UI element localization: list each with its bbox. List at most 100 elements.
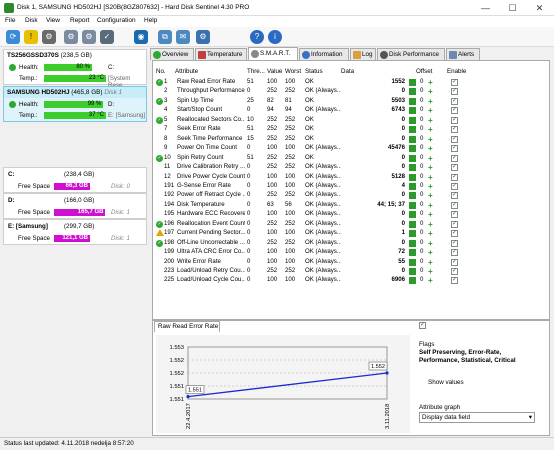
col-worst[interactable]: Worst	[285, 68, 301, 75]
col-enable[interactable]: Enable	[447, 68, 466, 75]
enable-checkbox[interactable]: ✓	[451, 230, 458, 238]
tab-raw-read-error-rate[interactable]: Raw Read Error Rate	[154, 321, 220, 332]
col-offset[interactable]: Offset	[416, 68, 432, 75]
offset-increase-button[interactable]: +	[428, 258, 435, 266]
offset-decrease-button[interactable]	[409, 268, 416, 275]
offset-decrease-button[interactable]	[409, 154, 416, 162]
offset-increase-button[interactable]: +	[428, 239, 435, 247]
offset-increase-button[interactable]: +	[428, 97, 435, 105]
offset-increase-button[interactable]: +	[428, 211, 435, 219]
offset-decrease-button[interactable]	[409, 249, 416, 257]
offset-increase-button[interactable]: +	[428, 192, 435, 200]
offset-increase-button[interactable]: +	[428, 135, 435, 143]
enable-checkbox[interactable]: ✓	[451, 277, 458, 285]
volume-e[interactable]: E: [Samsung] (299,7 GB) Free Space 121,1…	[3, 219, 147, 245]
tab-disk-performance[interactable]: Disk Performance	[377, 48, 445, 60]
offset-decrease-button[interactable]	[409, 211, 416, 219]
offset-decrease-button[interactable]	[409, 79, 416, 86]
offset-decrease-button[interactable]	[409, 97, 416, 105]
tab-overview[interactable]: Overview	[150, 48, 194, 60]
mail-icon[interactable]: ✉	[176, 30, 190, 44]
offset-decrease-button[interactable]	[409, 135, 416, 143]
tab-temperature[interactable]: Temperature	[195, 48, 247, 60]
enable-checkbox[interactable]: ✓	[451, 164, 458, 172]
enable-checkbox[interactable]: ✓	[451, 173, 458, 181]
enable-checkbox[interactable]: ✓	[451, 211, 458, 219]
table-row[interactable]: 197 Current Pending Sector... 0 100 100 OK (A…	[153, 229, 549, 238]
menu-help[interactable]: Help	[144, 17, 157, 24]
table-row[interactable]: 2 Throughput Performance 0 252 252 OK (Always…	[153, 87, 549, 96]
enable-checkbox[interactable]: ✓	[451, 220, 458, 228]
volume-c[interactable]: C: (238,4 GB) Free Space 66,3 GB Disk: 0	[3, 167, 147, 193]
offset-increase-button[interactable]: +	[428, 182, 435, 190]
table-row[interactable]: 199 Ultra ATA CRC Error Co... 0 100 100 OK (A…	[153, 248, 549, 257]
offset-increase-button[interactable]: +	[428, 230, 435, 238]
globe-icon[interactable]: ◉	[134, 30, 148, 44]
enable-checkbox[interactable]: ✓	[451, 239, 458, 247]
menu-view[interactable]: View	[46, 17, 60, 24]
enable-checkbox[interactable]: ✓	[451, 116, 458, 124]
table-row[interactable]: 11 Drive Calibration Retry ... 0 252 252 OK (…	[153, 163, 549, 172]
enable-checkbox[interactable]: ✓	[451, 135, 458, 143]
offset-increase-button[interactable]: +	[428, 126, 435, 134]
offset-decrease-button[interactable]	[409, 220, 416, 228]
menu-report[interactable]: Report	[70, 17, 90, 24]
offset-increase-button[interactable]: +	[428, 88, 435, 96]
offset-decrease-button[interactable]	[409, 164, 416, 172]
offset-increase-button[interactable]: +	[428, 201, 435, 209]
enable-checkbox[interactable]: ✓	[451, 182, 458, 190]
enable-checkbox[interactable]: ✓	[451, 258, 458, 266]
enable-checkbox[interactable]: ✓	[451, 201, 458, 209]
col-data[interactable]: Data	[341, 68, 354, 75]
table-row[interactable]: ✓ 5 Reallocated Sectors Co... 10 252 252 OK 0 0 +…	[153, 116, 549, 125]
enable-checkbox[interactable]: ✓	[451, 249, 458, 257]
offset-increase-button[interactable]: +	[428, 145, 435, 153]
table-row[interactable]: 7 Seek Error Rate 51 252 252 OK 0 0 + ✓	[153, 125, 549, 134]
offset-increase-button[interactable]: +	[428, 107, 435, 115]
offset-decrease-button[interactable]	[409, 182, 416, 190]
offset-decrease-button[interactable]	[409, 173, 416, 181]
offset-increase-button[interactable]: +	[428, 173, 435, 181]
table-row[interactable]: 8 Seek Time Performance 15 252 252 OK 0 0 + ✓	[153, 135, 549, 144]
table-row[interactable]: 12 Drive Power Cycle Count 0 100 100 OK (Alwa…	[153, 173, 549, 182]
offset-increase-button[interactable]: +	[428, 220, 435, 228]
offset-decrease-button[interactable]	[409, 116, 416, 124]
table-row[interactable]: ✓ 3 Spin Up Time 25 82 81 OK 5503 0 + ✓	[153, 97, 549, 106]
offset-increase-button[interactable]: +	[428, 249, 435, 257]
tab-alerts[interactable]: Alerts	[446, 48, 480, 60]
offset-increase-button[interactable]: +	[428, 164, 435, 172]
col-threshold[interactable]: Thre...	[247, 68, 265, 75]
maximize-button[interactable]: ☐	[499, 0, 526, 16]
disk-card-0[interactable]: TS256GSSD370S (238,5 GB) Health: 80 % C:…	[3, 49, 147, 89]
offset-decrease-button[interactable]	[409, 239, 416, 247]
col-attribute[interactable]: Attribute	[175, 68, 198, 75]
help-icon[interactable]: ?	[250, 30, 264, 44]
col-status[interactable]: Status	[305, 68, 323, 75]
table-row[interactable]: 191 G-Sense Error Rate 0 100 100 OK (Always..…	[153, 182, 549, 191]
test-icon[interactable]: ⚙	[42, 30, 56, 44]
enable-checkbox[interactable]: ✓	[451, 107, 458, 115]
offset-decrease-button[interactable]	[409, 107, 416, 115]
tab-smart[interactable]: S.M.A.R.T.	[248, 47, 298, 60]
offset-decrease-button[interactable]	[409, 126, 416, 134]
enable-checkbox[interactable]: ✓	[451, 97, 458, 105]
table-row[interactable]: ✓ 1 Raw Read Error Rate 51 100 100 OK 1552 0 + ✓	[153, 78, 549, 87]
tab-information[interactable]: Information	[299, 48, 349, 60]
enable-checkbox[interactable]: ✓	[451, 154, 458, 162]
info-icon[interactable]: i	[268, 30, 282, 44]
copy-icon[interactable]: ⧉	[158, 30, 172, 44]
offset-increase-button[interactable]: +	[428, 268, 435, 276]
close-button[interactable]: ✕	[526, 0, 553, 16]
table-row[interactable]: ✓ 198 Off-Line Uncorrectable ... 0 252 252 OK …	[153, 239, 549, 248]
offset-decrease-button[interactable]	[409, 230, 416, 238]
offset-decrease-button[interactable]	[409, 192, 416, 200]
enable-checkbox[interactable]: ✓	[451, 192, 458, 200]
table-row[interactable]: 192 Power off Retract Cycle ... 0 252 252 OK …	[153, 191, 549, 200]
menu-configuration[interactable]: Configuration	[97, 17, 136, 24]
enable-checkbox[interactable]: ✓	[451, 79, 458, 86]
offset-decrease-button[interactable]	[409, 258, 416, 266]
table-row[interactable]: 223 Load/Unload Retry Cou... 0 252 252 OK (Al…	[153, 267, 549, 276]
offset-decrease-button[interactable]	[409, 277, 416, 285]
test2-icon[interactable]: ⚙	[64, 30, 78, 44]
tab-log[interactable]: Log	[350, 48, 376, 60]
